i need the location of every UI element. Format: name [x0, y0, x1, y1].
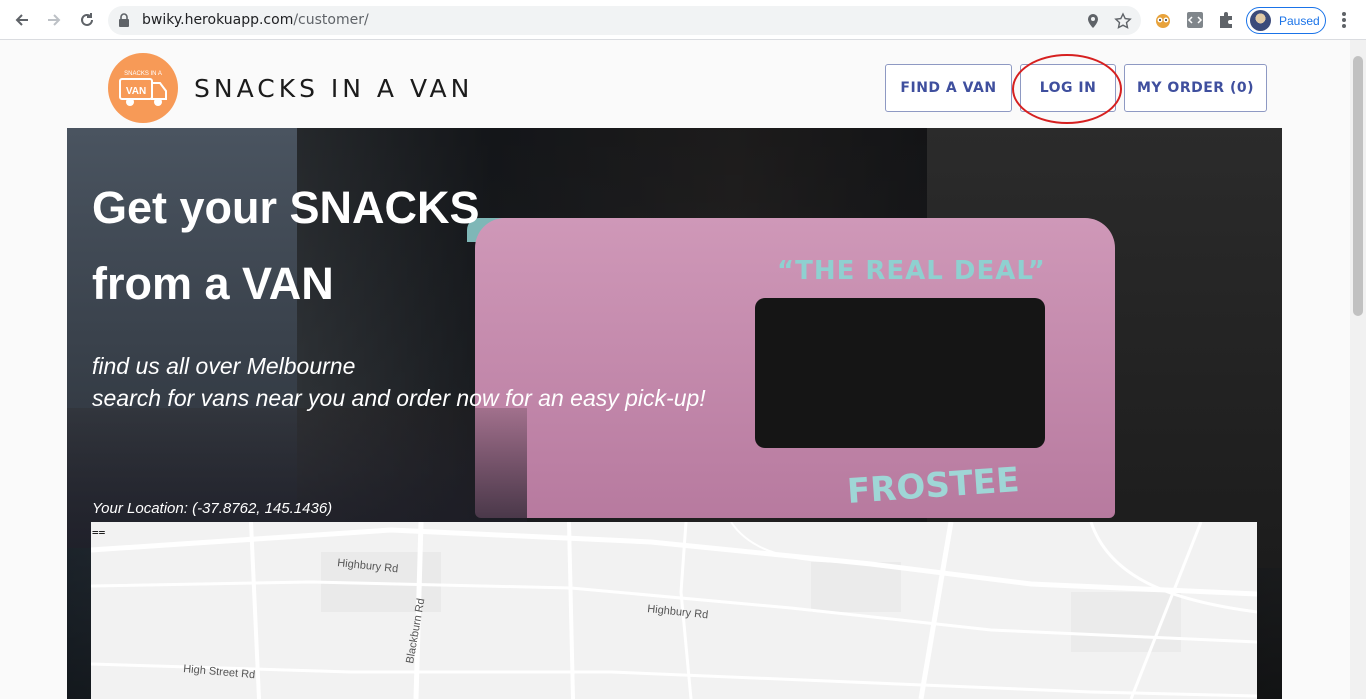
profile-button[interactable]: Paused [1246, 7, 1326, 34]
hero-headline-line2: from a VAN [92, 258, 334, 309]
truck-window [755, 298, 1045, 448]
address-bar[interactable]: bwiky.herokuapp.com/customer/ [108, 6, 1141, 35]
browser-toolbar: bwiky.herokuapp.com/customer/ Paused [0, 0, 1366, 40]
truck-sign-text: “THE REAL DEAL” [777, 256, 1046, 286]
avatar [1250, 10, 1271, 31]
logo-van-text: VAN [126, 86, 146, 97]
extension-code-icon[interactable] [1185, 10, 1205, 30]
reload-icon[interactable] [75, 8, 99, 32]
extensions-puzzle-icon[interactable] [1216, 10, 1236, 30]
lock-icon [118, 13, 130, 32]
page-content: SNACKS IN A VAN SNACKS IN A VAN FIND A V… [0, 40, 1350, 699]
hero-tagline-1: find us all over Melbourne [92, 353, 356, 379]
map-marker-text: == [92, 526, 106, 539]
find-van-button[interactable]: FIND A VAN [885, 64, 1012, 112]
page-scrollbar[interactable] [1350, 40, 1366, 699]
logo-small-text: SNACKS IN A [124, 71, 162, 77]
my-order-button[interactable]: MY ORDER (0) [1124, 64, 1267, 112]
location-pin-icon[interactable] [1084, 12, 1102, 30]
url-text: bwiky.herokuapp.com/customer/ [142, 12, 369, 28]
hero-tagline-2: search for vans near you and order now f… [92, 385, 706, 411]
map-roads: Highbury Rd Blackburn Rd Highbury Rd Hig… [91, 522, 1257, 699]
extension-owl-icon[interactable] [1153, 10, 1173, 30]
more-menu-icon[interactable] [1336, 10, 1352, 30]
van-map[interactable]: Highbury Rd Blackburn Rd Highbury Rd Hig… [91, 522, 1257, 699]
forward-icon[interactable] [42, 8, 66, 32]
profile-status-label: Paused [1279, 14, 1320, 28]
scrollbar-thumb[interactable] [1353, 56, 1363, 316]
log-in-button[interactable]: LOG IN [1020, 64, 1116, 112]
bookmark-star-icon[interactable] [1114, 12, 1132, 30]
user-location-text: Your Location: (-37.8762, 145.1436) [92, 500, 333, 517]
back-icon[interactable] [10, 8, 34, 32]
hero-headline-line1: Get your SNACKS [92, 182, 480, 233]
site-logo[interactable]: SNACKS IN A VAN [108, 53, 178, 123]
site-title: SNACKS IN A VAN [194, 74, 474, 103]
